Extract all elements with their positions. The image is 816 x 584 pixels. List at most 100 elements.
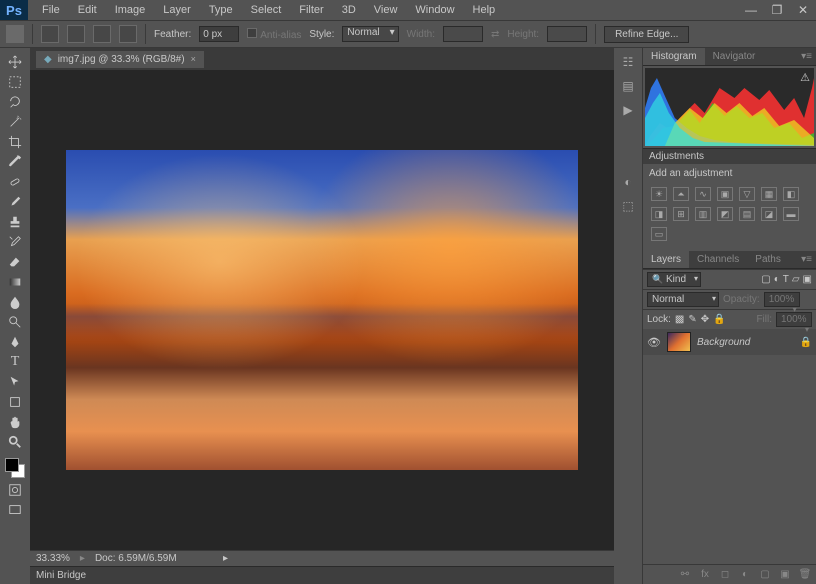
collapsed-histogram-icon[interactable]: ☷ bbox=[620, 54, 636, 70]
adj-thresh-icon[interactable]: ◪ bbox=[761, 207, 777, 221]
tab-paths[interactable]: Paths bbox=[747, 251, 789, 268]
menu-3d[interactable]: 3D bbox=[334, 1, 364, 19]
mini-bridge-bar[interactable]: Mini Bridge bbox=[30, 566, 614, 584]
wand-tool-icon[interactable] bbox=[5, 114, 25, 130]
marquee-tool-icon[interactable] bbox=[5, 74, 25, 90]
histogram-warning-icon[interactable]: ⚠ bbox=[800, 71, 810, 84]
collapsed-play-icon[interactable]: ▶ bbox=[620, 102, 636, 118]
zoom-level[interactable]: 33.33% bbox=[36, 553, 70, 564]
stamp-tool-icon[interactable] bbox=[5, 214, 25, 230]
lock-trans-icon[interactable]: ▩ bbox=[675, 314, 684, 325]
adj-poster-icon[interactable]: ▤ bbox=[739, 207, 755, 221]
adj-curves-icon[interactable]: ∿ bbox=[695, 187, 711, 201]
minimize-button[interactable]: — bbox=[738, 1, 764, 19]
add-selection-icon[interactable] bbox=[67, 25, 85, 43]
adjustments-tab[interactable]: Adjustments bbox=[643, 148, 816, 164]
antialias-checkbox[interactable]: Anti-alias bbox=[247, 28, 301, 41]
adj-invert-icon[interactable]: ◩ bbox=[717, 207, 733, 221]
doc-size-icon[interactable]: ▸ bbox=[80, 553, 85, 564]
tab-histogram[interactable]: Histogram bbox=[643, 48, 705, 65]
style-select[interactable]: Normal bbox=[342, 26, 398, 42]
blend-mode-select[interactable]: Normal bbox=[647, 292, 719, 307]
tab-channels[interactable]: Channels bbox=[689, 251, 747, 268]
type-tool-icon[interactable]: T bbox=[5, 354, 25, 370]
menu-layer[interactable]: Layer bbox=[155, 1, 199, 19]
adj-mixer-icon[interactable]: ⊞ bbox=[673, 207, 689, 221]
healing-tool-icon[interactable] bbox=[5, 174, 25, 190]
panel-menu-icon[interactable]: ▾≡ bbox=[797, 251, 816, 268]
menu-filter[interactable]: Filter bbox=[291, 1, 331, 19]
subtract-selection-icon[interactable] bbox=[93, 25, 111, 43]
maximize-button[interactable]: ❐ bbox=[764, 1, 790, 19]
filter-adj-icon[interactable]: ◐ bbox=[774, 274, 780, 285]
filter-type-icon[interactable]: T bbox=[783, 274, 789, 285]
tab-layers[interactable]: Layers bbox=[643, 251, 689, 268]
menu-edit[interactable]: Edit bbox=[70, 1, 105, 19]
lock-all-icon[interactable]: 🔒 bbox=[713, 314, 725, 325]
fx-icon[interactable]: fx bbox=[698, 569, 712, 580]
visibility-icon[interactable]: 👁 bbox=[647, 336, 661, 349]
close-button[interactable]: ✕ bbox=[790, 1, 816, 19]
close-tab-icon[interactable]: × bbox=[191, 54, 196, 64]
screenmode-icon[interactable] bbox=[5, 502, 25, 518]
filter-shape-icon[interactable]: ▱ bbox=[792, 274, 800, 285]
adj-brightness-icon[interactable]: ☀ bbox=[651, 187, 667, 201]
adj-hue-icon[interactable]: ▦ bbox=[761, 187, 777, 201]
adj-lookup-icon[interactable]: ▥ bbox=[695, 207, 711, 221]
new-selection-icon[interactable] bbox=[41, 25, 59, 43]
shape-tool-icon[interactable] bbox=[5, 394, 25, 410]
collapsed-styles-icon[interactable]: ⬚ bbox=[620, 198, 636, 214]
lock-pixel-icon[interactable]: ✎ bbox=[688, 314, 696, 325]
pen-tool-icon[interactable] bbox=[5, 334, 25, 350]
menu-type[interactable]: Type bbox=[201, 1, 241, 19]
menu-file[interactable]: File bbox=[34, 1, 68, 19]
quickmask-icon[interactable] bbox=[5, 482, 25, 498]
adj-photo-icon[interactable]: ◨ bbox=[651, 207, 667, 221]
panel-menu-icon[interactable]: ▾≡ bbox=[797, 48, 816, 65]
feather-input[interactable] bbox=[199, 26, 239, 42]
adj-bw-icon[interactable]: ◧ bbox=[783, 187, 799, 201]
fill-input[interactable]: 100% bbox=[776, 312, 812, 327]
intersect-selection-icon[interactable] bbox=[119, 25, 137, 43]
marquee-tool-icon[interactable] bbox=[6, 25, 24, 43]
link-icon[interactable]: ⚯ bbox=[678, 569, 692, 580]
lock-pos-icon[interactable]: ✥ bbox=[701, 314, 709, 325]
mask-icon[interactable]: ◻ bbox=[718, 569, 732, 580]
brush-tool-icon[interactable] bbox=[5, 194, 25, 210]
collapsed-color-icon[interactable]: ▤ bbox=[620, 78, 636, 94]
layer-item[interactable]: 👁 Background 🔒 bbox=[643, 329, 816, 355]
refine-edge-button[interactable]: Refine Edge... bbox=[604, 26, 689, 43]
dodge-tool-icon[interactable] bbox=[5, 314, 25, 330]
new-adj-icon[interactable]: ◐ bbox=[738, 569, 752, 580]
path-select-icon[interactable] bbox=[5, 374, 25, 390]
lasso-tool-icon[interactable] bbox=[5, 94, 25, 110]
eyedropper-tool-icon[interactable] bbox=[5, 154, 25, 170]
history-brush-icon[interactable] bbox=[5, 234, 25, 250]
hand-tool-icon[interactable] bbox=[5, 414, 25, 430]
menu-select[interactable]: Select bbox=[243, 1, 290, 19]
adj-levels-icon[interactable]: ⏶ bbox=[673, 187, 689, 201]
crop-tool-icon[interactable] bbox=[5, 134, 25, 150]
adj-selcolor-icon[interactable]: ▭ bbox=[651, 227, 667, 241]
canvas[interactable] bbox=[30, 70, 614, 550]
layer-thumbnail[interactable] bbox=[667, 332, 691, 352]
adj-vibrance-icon[interactable]: ▽ bbox=[739, 187, 755, 201]
filter-pixel-icon[interactable]: ▢ bbox=[761, 274, 770, 285]
filter-smart-icon[interactable]: ▣ bbox=[803, 274, 812, 285]
opacity-input[interactable]: 100% bbox=[764, 292, 800, 307]
collapsed-adjust-icon[interactable]: ◐ bbox=[620, 174, 636, 190]
new-layer-icon[interactable]: ▣ bbox=[778, 569, 792, 580]
new-group-icon[interactable]: ▢ bbox=[758, 569, 772, 580]
blur-tool-icon[interactable] bbox=[5, 294, 25, 310]
trash-icon[interactable]: 🗑 bbox=[798, 569, 812, 580]
move-tool-icon[interactable] bbox=[5, 54, 25, 70]
gradient-tool-icon[interactable] bbox=[5, 274, 25, 290]
menu-help[interactable]: Help bbox=[465, 1, 504, 19]
tab-navigator[interactable]: Navigator bbox=[705, 48, 764, 65]
adj-gradmap-icon[interactable]: ▬ bbox=[783, 207, 799, 221]
zoom-tool-icon[interactable] bbox=[5, 434, 25, 450]
menu-view[interactable]: View bbox=[366, 1, 406, 19]
menu-image[interactable]: Image bbox=[107, 1, 154, 19]
status-arrow-icon[interactable]: ▸ bbox=[223, 553, 228, 564]
adj-exposure-icon[interactable]: ▣ bbox=[717, 187, 733, 201]
